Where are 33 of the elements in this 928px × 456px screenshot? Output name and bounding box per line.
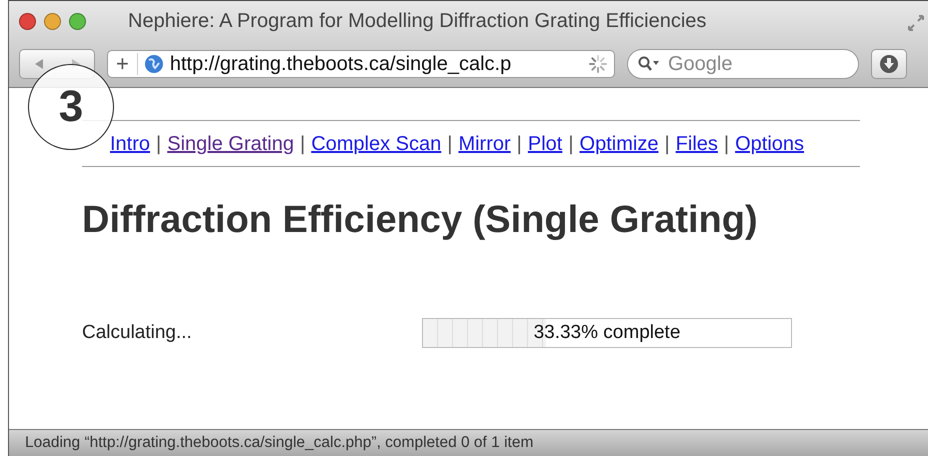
back-icon <box>32 58 44 70</box>
nav-link[interactable]: Complex Scan <box>311 133 442 156</box>
nav-separator: | <box>568 133 574 156</box>
page-heading: Diffraction Efficiency (Single Grating) <box>82 199 759 242</box>
window-title: Nephiere: A Program for Modelling Diffraction Grating Efficiencies <box>128 10 706 32</box>
nav-link[interactable]: Plot <box>528 133 562 156</box>
search-icon <box>638 56 660 72</box>
downloads-button[interactable] <box>871 49 907 79</box>
nav-link[interactable]: Single Grating <box>167 133 294 156</box>
nav-separator: | <box>724 133 730 156</box>
nav-separator: | <box>447 133 452 156</box>
progress-reading: 33.33% complete <box>534 322 680 344</box>
search-field[interactable]: Google <box>627 49 859 79</box>
download-icon <box>879 54 899 74</box>
minimize-button[interactable] <box>44 12 61 30</box>
nav-link[interactable]: Optimize <box>580 133 658 156</box>
status-label: Calculating... <box>82 322 193 344</box>
search-input[interactable]: Google <box>666 52 830 76</box>
nav-link[interactable]: Mirror <box>458 133 511 156</box>
loading-spinner-icon <box>588 54 608 74</box>
nav-separator: | <box>300 133 306 156</box>
nav-separator: | <box>156 133 162 156</box>
fullscreen-icon[interactable] <box>908 15 924 31</box>
nav-separator: | <box>664 133 670 156</box>
status-bar-text: Loading “http://grating.theboots.ca/single_calc.php”, completed 0 of 1 item <box>25 434 534 452</box>
nav-link[interactable]: Options <box>735 133 804 156</box>
nav-separator: | <box>516 133 522 156</box>
add-bookmark-button[interactable]: + <box>114 53 138 75</box>
nav-link[interactable]: Files <box>676 133 718 156</box>
globe-icon <box>144 54 164 74</box>
zoom-button[interactable] <box>69 12 86 30</box>
close-button[interactable] <box>19 12 36 30</box>
address-field[interactable]: + http://grating.theboots.ca/single_calc.p <box>107 50 615 78</box>
